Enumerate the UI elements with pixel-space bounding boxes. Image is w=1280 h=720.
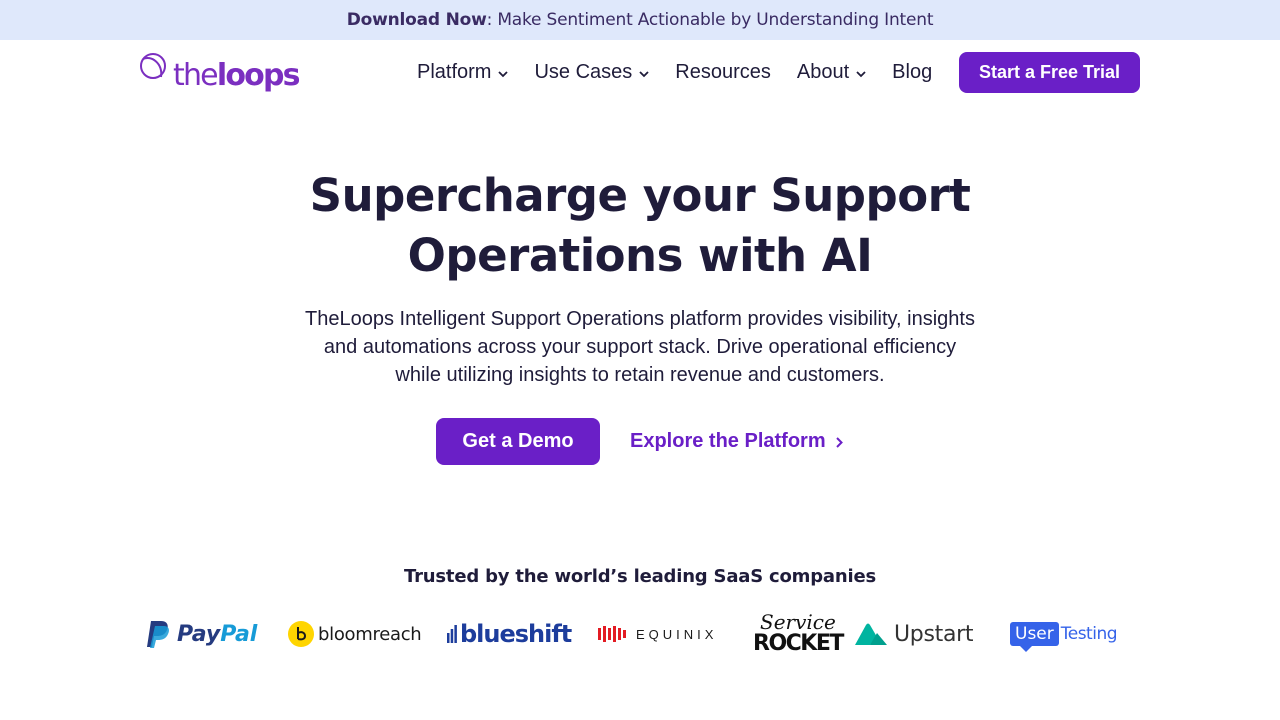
paypal-logo: Pay Pal: [145, 608, 257, 660]
servicerocket-text-service: Service: [760, 610, 836, 634]
usertesting-logo: User Testing: [1010, 608, 1118, 660]
nav-resources-label: Resources: [675, 61, 771, 83]
nav-blog[interactable]: Blog: [892, 61, 932, 84]
chevron-down-icon: [856, 70, 866, 77]
site-logo[interactable]: theloops: [139, 51, 301, 93]
paypal-icon: [147, 621, 169, 648]
logo-text-loops: loops: [216, 58, 301, 93]
blueshift-logo: blueshift: [447, 608, 572, 660]
hero-subtitle-line1: TheLoops Intelligent Support Operations …: [305, 308, 975, 330]
nav-blog-label: Blog: [892, 61, 933, 83]
start-free-trial-button[interactable]: Start a Free Trial: [959, 52, 1140, 93]
get-demo-button[interactable]: Get a Demo: [436, 418, 600, 465]
loops-logo-icon: [140, 53, 166, 79]
customer-logos: Pay Pal bloomreach blueshift EQUINIX Serv…: [140, 608, 1140, 660]
hero-title-line2: Operations with AI: [407, 229, 873, 282]
equinix-icon: [598, 626, 626, 642]
main-nav: Platform Use Cases Resources About Blog: [417, 52, 958, 93]
nav-about[interactable]: About: [797, 61, 866, 84]
explore-platform-link[interactable]: Explore the Platform: [630, 418, 843, 465]
nav-use-cases-label: Use Cases: [534, 61, 633, 83]
upstart-icon: [855, 623, 887, 645]
paypal-text-pay: Pay: [177, 621, 221, 647]
upstart-text: Upstart: [894, 621, 974, 647]
hero-subtitle-line3: while utilizing insights to retain reven…: [395, 364, 885, 386]
bloomreach-logo: bloomreach: [288, 608, 422, 660]
chevron-down-icon: [498, 70, 509, 77]
nav-platform[interactable]: Platform: [417, 61, 509, 84]
equinix-logo: EQUINIX: [598, 608, 717, 660]
explore-platform-label: Explore the Platform: [630, 430, 826, 452]
equinix-text: EQUINIX: [636, 626, 718, 642]
trusted-heading: Trusted by the world’s leading SaaS comp…: [404, 566, 876, 587]
blueshift-text: blueshift: [460, 620, 572, 648]
nav-use-cases[interactable]: Use Cases: [534, 61, 649, 84]
paypal-text-pal: Pal: [220, 621, 258, 647]
announcement-bold[interactable]: Download Now: [347, 10, 487, 30]
announcement-bar[interactable]: Download Now : Make Sentiment Actionable…: [0, 0, 1280, 40]
chevron-down-icon: [639, 70, 649, 77]
nav-platform-label: Platform: [417, 61, 492, 83]
hero-title-line1: Supercharge your Support: [309, 169, 971, 222]
upstart-logo: Upstart: [854, 608, 974, 660]
hero-title: Supercharge your Support Operations with…: [240, 166, 1040, 286]
logo-text-the: the: [173, 58, 219, 93]
nav-resources[interactable]: Resources: [675, 61, 771, 84]
hero-subtitle: TheLoops Intelligent Support Operations …: [290, 305, 990, 389]
servicerocket-text-rocket: ROCKET: [753, 631, 844, 656]
nav-about-label: About: [796, 61, 850, 83]
usertesting-text-user: User: [1010, 622, 1059, 652]
servicerocket-logo: Service ROCKET: [753, 608, 844, 660]
hero-subtitle-line2: and automations across your support stac…: [323, 336, 957, 358]
blueshift-bars-icon: [447, 625, 457, 643]
chevron-right-icon: [835, 436, 843, 448]
announcement-text: : Make Sentiment Actionable by Understan…: [486, 10, 934, 30]
bloomreach-icon: [288, 621, 314, 647]
usertesting-text-testing: Testing: [1060, 624, 1118, 644]
bloomreach-text: bloomreach: [318, 623, 422, 645]
